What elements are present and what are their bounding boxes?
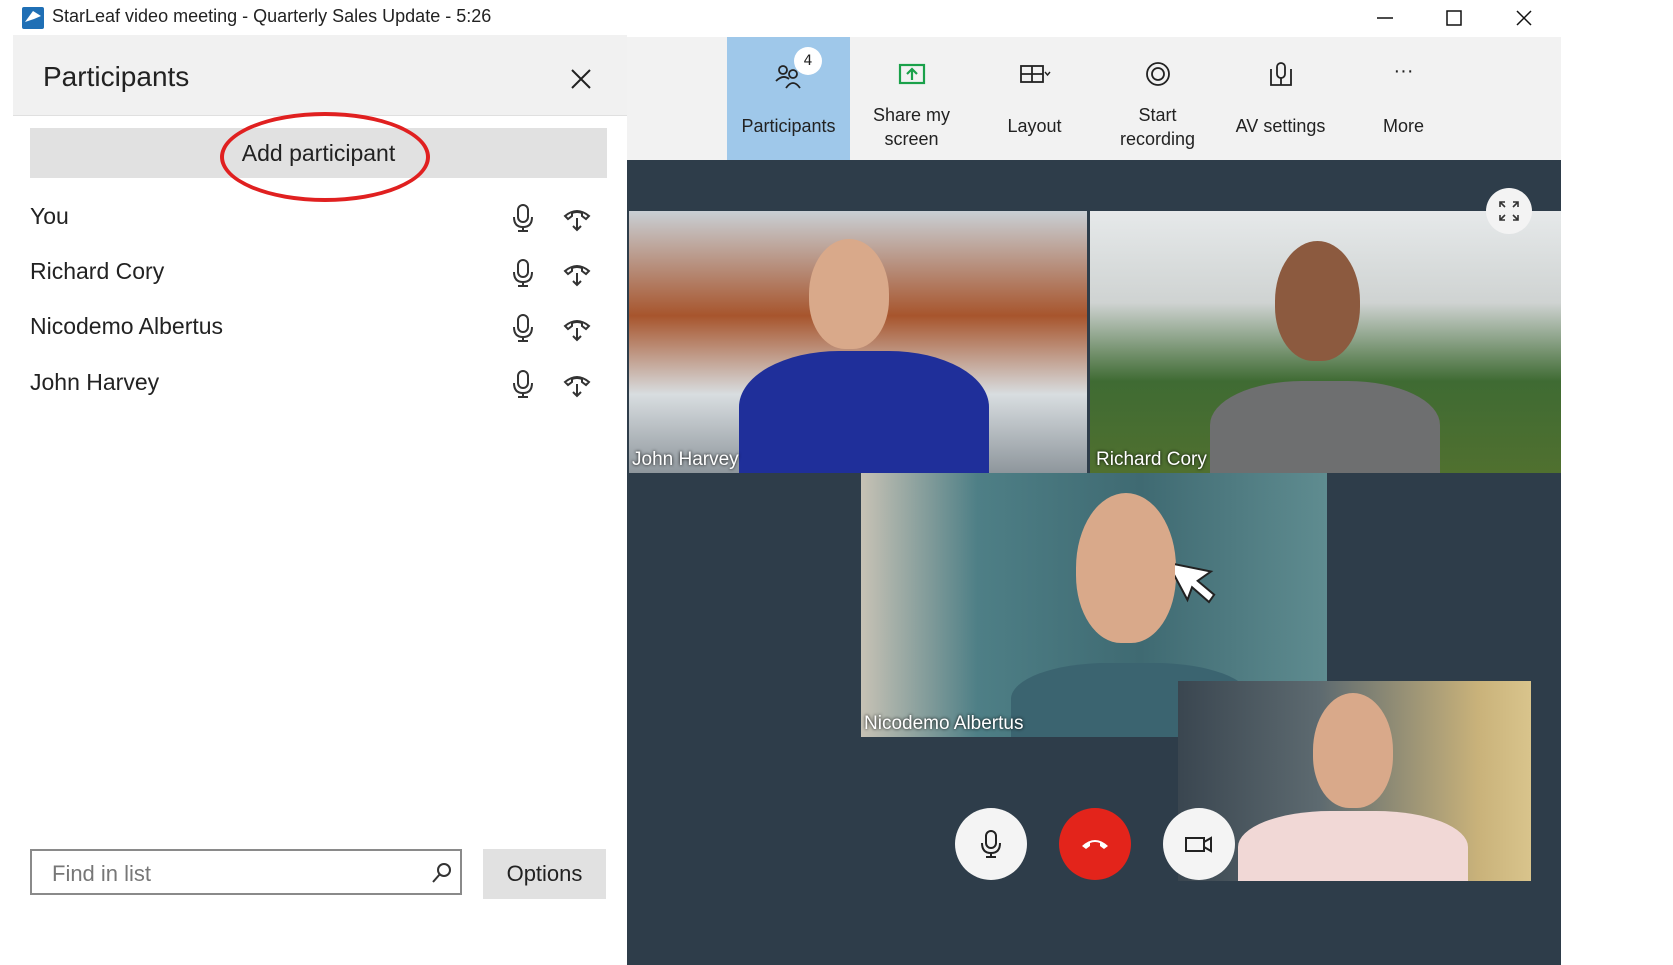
person-head [809,239,889,349]
hang-up-icon[interactable] [562,260,592,288]
participant-row-john-harvey[interactable]: John Harvey [30,359,610,409]
person-body [1238,811,1468,881]
video-name-label: John Harvey [632,449,739,470]
mouse-cursor-icon [1175,561,1216,604]
panel-title: Participants [43,61,190,92]
camera-icon [1185,836,1212,853]
toolbar-recording-label-1: Start [1138,105,1177,125]
microphone-icon [981,830,1001,858]
maximize-button[interactable] [1424,0,1484,35]
end-call-button[interactable] [1059,808,1131,880]
participant-name: You [30,203,69,229]
record-icon [1146,62,1170,86]
layout-grid-icon [1020,65,1051,83]
maximize-icon [1446,9,1462,26]
toolbar-layout-label: Layout [1007,116,1062,136]
microphone-icon[interactable] [510,203,536,233]
participant-row-richard-cory[interactable]: Richard Cory [30,248,610,298]
participant-name: Richard Cory [30,258,165,284]
hang-up-icon [1082,840,1108,849]
toolbar-participants-label: Participants [741,116,836,136]
toolbar-more-label: More [1382,116,1424,136]
toolbar-participants-button[interactable]: Participants [727,37,850,160]
find-in-list-placeholder: Find in list [52,861,152,886]
window-edge [1561,0,1673,965]
video-name-label: Richard Cory [1096,449,1207,470]
minimize-button[interactable] [1355,0,1415,35]
expand-icon [1499,201,1519,221]
hang-up-icon[interactable] [562,371,592,399]
person-body [739,351,989,473]
find-in-list-input[interactable]: Find in list [30,849,462,895]
toolbar-more-button[interactable]: ··· More [1342,37,1465,160]
options-button[interactable]: Options [483,849,606,899]
minimize-icon [1377,16,1393,19]
video-tile-richard-cory[interactable]: Richard Cory [1090,211,1561,473]
close-icon [1516,9,1532,26]
microphone-icon[interactable] [510,369,536,399]
participant-name: John Harvey [30,369,160,395]
title-bar: StarLeaf video meeting - Quarterly Sales… [0,0,1673,35]
microphone-icon[interactable] [510,313,536,343]
participant-name: Nicodemo Albertus [30,313,224,339]
toggle-camera-button[interactable] [1163,808,1235,880]
toolbar-av-settings-button[interactable]: AV settings [1219,37,1342,160]
meeting-toolbar: Participants Share my screen Layout Star… [627,37,1561,160]
hang-up-icon[interactable] [562,315,592,343]
av-settings-icon [1270,62,1292,86]
options-label: Options [506,861,583,886]
search-icon[interactable] [430,861,454,885]
hang-up-icon[interactable] [562,205,592,233]
participant-row-nicodemo-albertus[interactable]: Nicodemo Albertus [30,303,610,353]
person-head [1076,493,1176,643]
toolbar-share-label-2: screen [884,129,939,149]
panel-header: Participants [13,35,627,116]
person-head [1313,693,1393,808]
toolbar-start-recording-button[interactable]: Start recording [1096,37,1219,160]
close-icon [571,69,591,89]
close-panel-button[interactable] [561,59,601,99]
mute-microphone-button[interactable] [955,808,1027,880]
person-body [1210,381,1440,473]
toolbar-recording-label-2: recording [1119,129,1196,149]
toolbar-share-screen-button[interactable]: Share my screen [850,37,973,160]
highlight-circle-annotation [220,112,430,202]
starleaf-app-icon [22,7,44,29]
more-dots-icon: ··· [1393,60,1414,82]
toolbar-share-label-1: Share my [872,105,951,125]
close-window-button[interactable] [1494,0,1554,35]
microphone-icon[interactable] [510,258,536,288]
share-screen-icon [898,63,926,85]
person-head [1275,241,1360,361]
video-name-label: Nicodemo Albertus [864,713,1024,734]
toolbar-layout-button[interactable]: Layout [973,37,1096,160]
video-tile-john-harvey[interactable]: John Harvey [629,211,1087,473]
toolbar-av-label: AV settings [1235,116,1326,136]
participant-count-badge: 4 [794,47,822,75]
window-title: StarLeaf video meeting - Quarterly Sales… [52,6,492,26]
fullscreen-button[interactable] [1486,188,1532,234]
